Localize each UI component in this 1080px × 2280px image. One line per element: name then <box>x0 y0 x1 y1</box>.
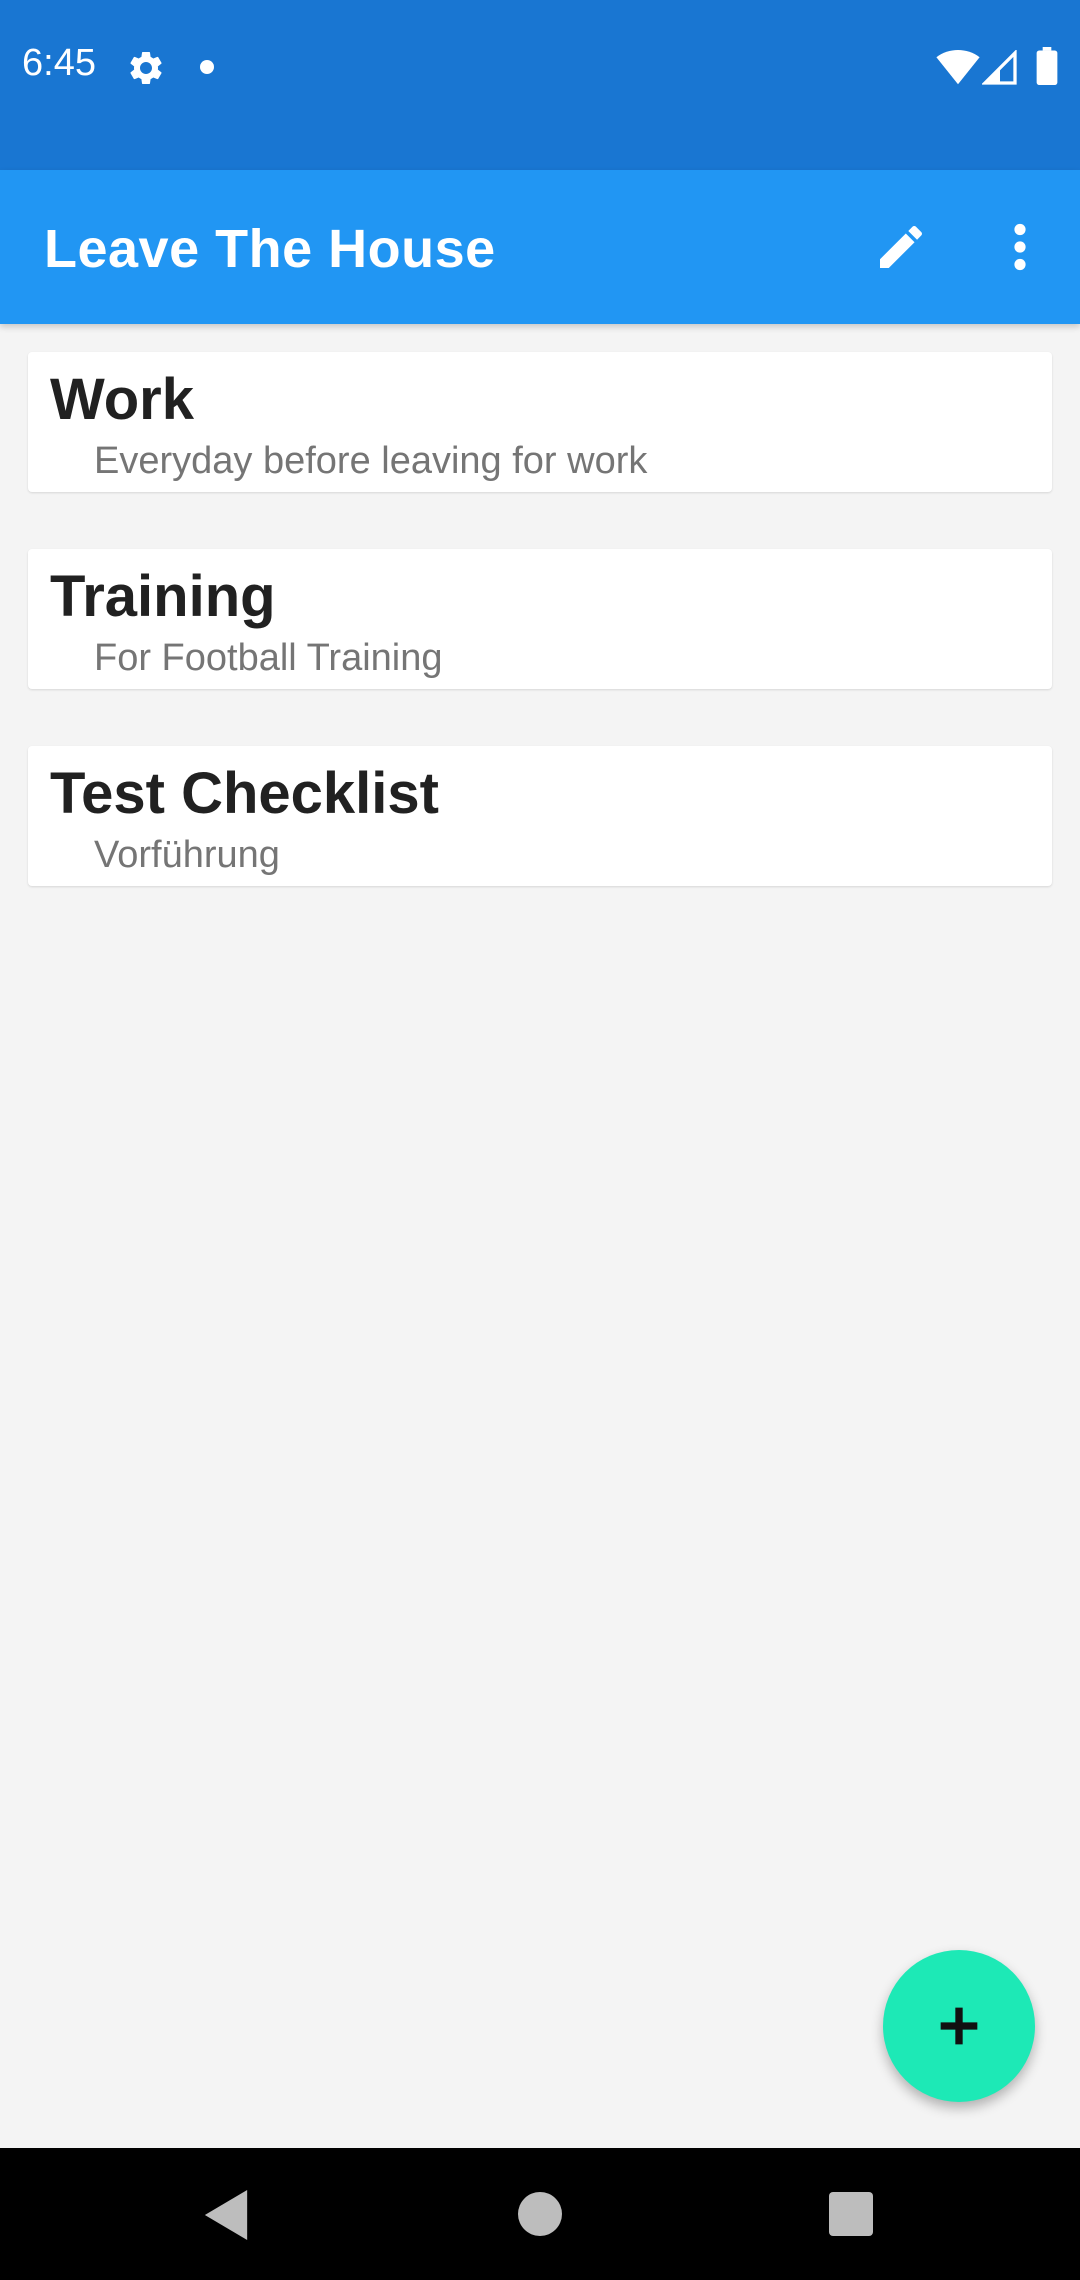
plus-icon <box>940 2007 978 2045</box>
wifi-icon <box>936 50 980 85</box>
checklist-title: Training <box>50 564 276 629</box>
battery-icon <box>1036 47 1058 85</box>
checklist-subtitle: For Football Training <box>94 637 443 679</box>
more-vert-icon <box>1014 223 1026 271</box>
gear-icon <box>130 51 162 84</box>
edit-button[interactable] <box>866 212 936 282</box>
pencil-icon <box>880 225 923 268</box>
app-title: Leave The House <box>44 219 496 279</box>
checklist-subtitle: Everyday before leaving for work <box>94 440 648 482</box>
app-bar: Leave The House <box>0 170 1080 324</box>
checklist-title: Test Checklist <box>50 761 439 826</box>
navigation-bar <box>0 2148 1080 2280</box>
cell-signal-icon <box>982 50 1017 85</box>
recents-icon[interactable] <box>829 2192 873 2236</box>
checklist-card-training[interactable]: Training For Football Training <box>28 549 1052 689</box>
checklist-card-work[interactable]: Work Everyday before leaving for work <box>28 352 1052 492</box>
add-checklist-button[interactable] <box>883 1950 1035 2102</box>
checklist-title: Work <box>50 367 194 432</box>
checklist-card-test[interactable]: Test Checklist Vorführung <box>28 746 1052 886</box>
back-icon[interactable] <box>204 2190 248 2240</box>
home-icon[interactable] <box>518 2192 562 2236</box>
status-time: 6:45 <box>22 42 96 84</box>
more-options-button[interactable] <box>990 212 1050 282</box>
notification-dot-icon <box>200 60 214 74</box>
screen: 6:45 Leave The House Work Everyday befor… <box>0 0 1080 2280</box>
status-bar: 6:45 <box>0 0 1080 170</box>
checklist-subtitle: Vorführung <box>94 834 280 876</box>
